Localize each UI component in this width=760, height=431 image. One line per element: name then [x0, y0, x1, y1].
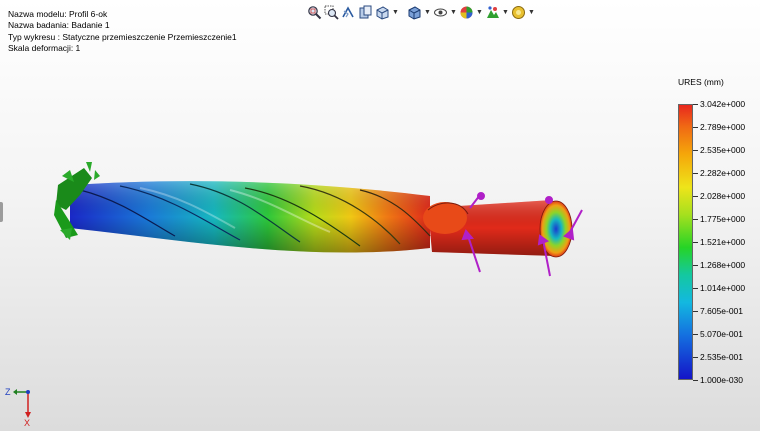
legend-tick — [693, 311, 698, 312]
drill-shank[interactable] — [423, 200, 556, 256]
legend-label: 1.268e+000 — [700, 260, 746, 270]
legend-label: 2.535e+000 — [700, 145, 746, 155]
view-settings-icon[interactable] — [511, 5, 526, 20]
legend-tick — [693, 380, 698, 381]
section-view-icon[interactable] — [358, 5, 373, 20]
reference-triad: Z X — [5, 387, 31, 428]
legend-label: 1.521e+000 — [700, 237, 746, 247]
heads-up-view-toolbar: ▼ ▼ ▼ ▼ ▼ ▼ — [307, 3, 535, 21]
apply-scene-icon[interactable] — [485, 5, 500, 20]
legend-tick — [693, 288, 698, 289]
legend-color-bar — [678, 104, 693, 380]
view-settings-dropdown[interactable]: ▼ — [528, 5, 535, 20]
zoom-to-area-icon[interactable] — [324, 5, 339, 20]
legend-tick — [693, 219, 698, 220]
legend-label: 3.042e+000 — [700, 99, 746, 109]
legend-label: 7.605e-001 — [700, 306, 744, 316]
zoom-to-fit-icon[interactable] — [307, 5, 322, 20]
display-style-dropdown[interactable]: ▼ — [424, 5, 431, 20]
graphics-viewport[interactable] — [0, 0, 760, 431]
drill-body[interactable] — [70, 181, 431, 253]
plot-type: Typ wykresu : Statyczne przemieszczenie … — [8, 31, 237, 42]
legend-label: 1.000e-030 — [700, 375, 744, 385]
legend-tick — [693, 334, 698, 335]
triad-z-label: Z — [5, 387, 11, 397]
legend-tick — [693, 104, 698, 105]
legend-label: 2.789e+000 — [700, 122, 746, 132]
legend-tick — [693, 127, 698, 128]
legend-tick — [693, 265, 698, 266]
legend-label: 5.070e-001 — [700, 329, 744, 339]
panel-collapse-handle[interactable] — [0, 202, 3, 222]
hide-show-items-icon[interactable] — [433, 5, 448, 20]
edit-appearance-dropdown[interactable]: ▼ — [476, 5, 483, 20]
apply-scene-dropdown[interactable]: ▼ — [502, 5, 509, 20]
legend-label: 1.775e+000 — [700, 214, 746, 224]
legend-tick — [693, 150, 698, 151]
legend-tick — [693, 242, 698, 243]
model-name: Nazwa modelu: Profil 6-ok — [8, 9, 108, 19]
legend-label: 1.014e+000 — [700, 283, 746, 293]
triad-x-label: X — [24, 418, 30, 428]
legend-label: 2.535e-001 — [700, 352, 744, 362]
legend-tick — [693, 196, 698, 197]
deformation-scale: Skala deformacji: 1 — [8, 42, 81, 53]
view-orientation-icon[interactable] — [375, 5, 390, 20]
edit-appearance-icon[interactable] — [459, 5, 474, 20]
previous-view-icon[interactable] — [341, 5, 356, 20]
study-name: Nazwa badania: Badanie 1 — [8, 20, 110, 31]
legend-label: 2.282e+000 — [700, 168, 746, 178]
display-style-icon[interactable] — [407, 5, 422, 20]
view-orientation-dropdown[interactable]: ▼ — [392, 5, 399, 20]
hide-show-items-dropdown[interactable]: ▼ — [450, 5, 457, 20]
legend-tick — [693, 357, 698, 358]
legend-label: 2.028e+000 — [700, 191, 746, 201]
legend-tick — [693, 173, 698, 174]
plot-info: Nazwa modelu: Profil 6-ok Nazwa badania:… — [8, 9, 237, 54]
legend-title: URES (mm) — [678, 77, 724, 87]
